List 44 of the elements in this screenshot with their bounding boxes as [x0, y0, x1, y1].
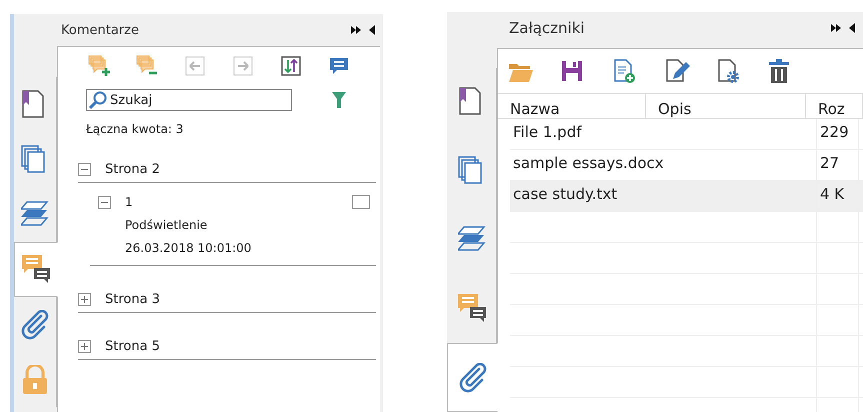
double-arrow-icon[interactable]: [831, 23, 841, 33]
checkbox[interactable]: [352, 195, 370, 209]
sidebar-tab[interactable]: [447, 343, 498, 412]
document-plus-icon[interactable]: [612, 59, 638, 85]
bubbles-plus-icon[interactable]: [88, 55, 112, 79]
tree-item[interactable]: Strona 2: [105, 162, 160, 176]
triangle-left-icon[interactable]: [849, 23, 855, 33]
expand-icon[interactable]: [78, 340, 91, 352]
comment-date: 26.03.2018 10:01:00: [124, 240, 252, 255]
file-name: case study.txt: [512, 184, 618, 205]
document-pencil-icon[interactable]: [664, 59, 690, 85]
search-icon: [89, 91, 107, 109]
file-name: sample essays.docx: [512, 153, 665, 174]
collapse-icon[interactable]: [78, 162, 91, 176]
comment-number: 1: [125, 195, 134, 209]
tree-item[interactable]: Strona 3: [105, 292, 160, 306]
table-row[interactable]: case study.txt 4 K: [510, 181, 863, 212]
column-header[interactable]: Opis: [646, 94, 806, 118]
comment-type: Podświetlenie: [124, 217, 208, 232]
paperclip-icon: [458, 362, 486, 393]
paperclip-icon: [21, 310, 49, 340]
column-header[interactable]: Roz: [806, 94, 863, 118]
file-name: File 1.pdf: [512, 122, 583, 143]
search-field[interactable]: Szukaj: [86, 89, 292, 111]
file-size: 4 K: [817, 181, 859, 211]
double-arrow-icon[interactable]: [351, 25, 361, 35]
panel-title: Załączniki: [508, 19, 585, 37]
triangle-left-icon[interactable]: [369, 25, 375, 35]
collapse-icon[interactable]: [98, 196, 111, 208]
sidebar-tab[interactable]: [14, 242, 58, 297]
panel-title: Komentarze: [61, 22, 139, 38]
padlock-icon: [21, 364, 49, 394]
file-size: 27: [817, 150, 859, 180]
speech-bubbles-icon: [22, 254, 50, 284]
column-header[interactable]: Nazwa: [498, 94, 646, 118]
file-size: 229: [817, 119, 859, 149]
expand-icon[interactable]: [78, 292, 91, 306]
up-down-arrows-icon[interactable]: [280, 55, 304, 79]
tree-item[interactable]: Strona 5: [105, 338, 160, 354]
total-count: Łączna kwota: 3: [85, 121, 184, 136]
speech-bubbles-icon: [458, 294, 486, 324]
document-gear-icon[interactable]: [716, 59, 742, 85]
table-row[interactable]: File 1.pdf 229: [510, 119, 863, 150]
filter-icon[interactable]: [332, 92, 346, 108]
